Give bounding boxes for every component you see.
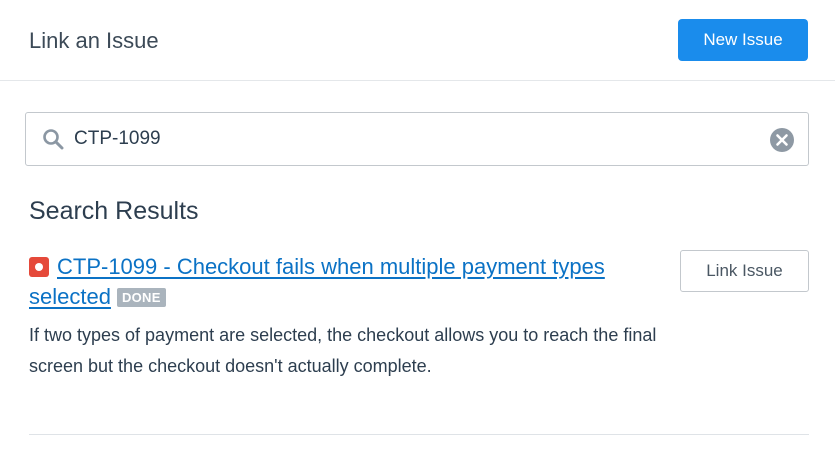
search-input[interactable]: [74, 124, 754, 154]
issue-description: If two types of payment are selected, th…: [29, 325, 657, 376]
search-icon: [43, 129, 64, 150]
search-result-item: CTP-1099 - Checkout fails when multiple …: [29, 250, 809, 435]
issue-link[interactable]: CTP-1099 - Checkout fails when multiple …: [29, 254, 605, 309]
link-issue-button[interactable]: Link Issue: [680, 250, 809, 292]
result-title-block: CTP-1099 - Checkout fails when multiple …: [29, 252, 639, 312]
dialog-title: Link an Issue: [29, 28, 159, 53]
priority-icon: [29, 257, 49, 277]
search-results-heading: Search Results: [29, 197, 199, 225]
clear-icon[interactable]: [769, 127, 795, 153]
search-box[interactable]: [25, 112, 809, 166]
dialog-header: Link an Issue New Issue: [0, 0, 835, 81]
status-badge: DONE: [116, 288, 166, 307]
new-issue-button[interactable]: New Issue: [678, 19, 808, 61]
